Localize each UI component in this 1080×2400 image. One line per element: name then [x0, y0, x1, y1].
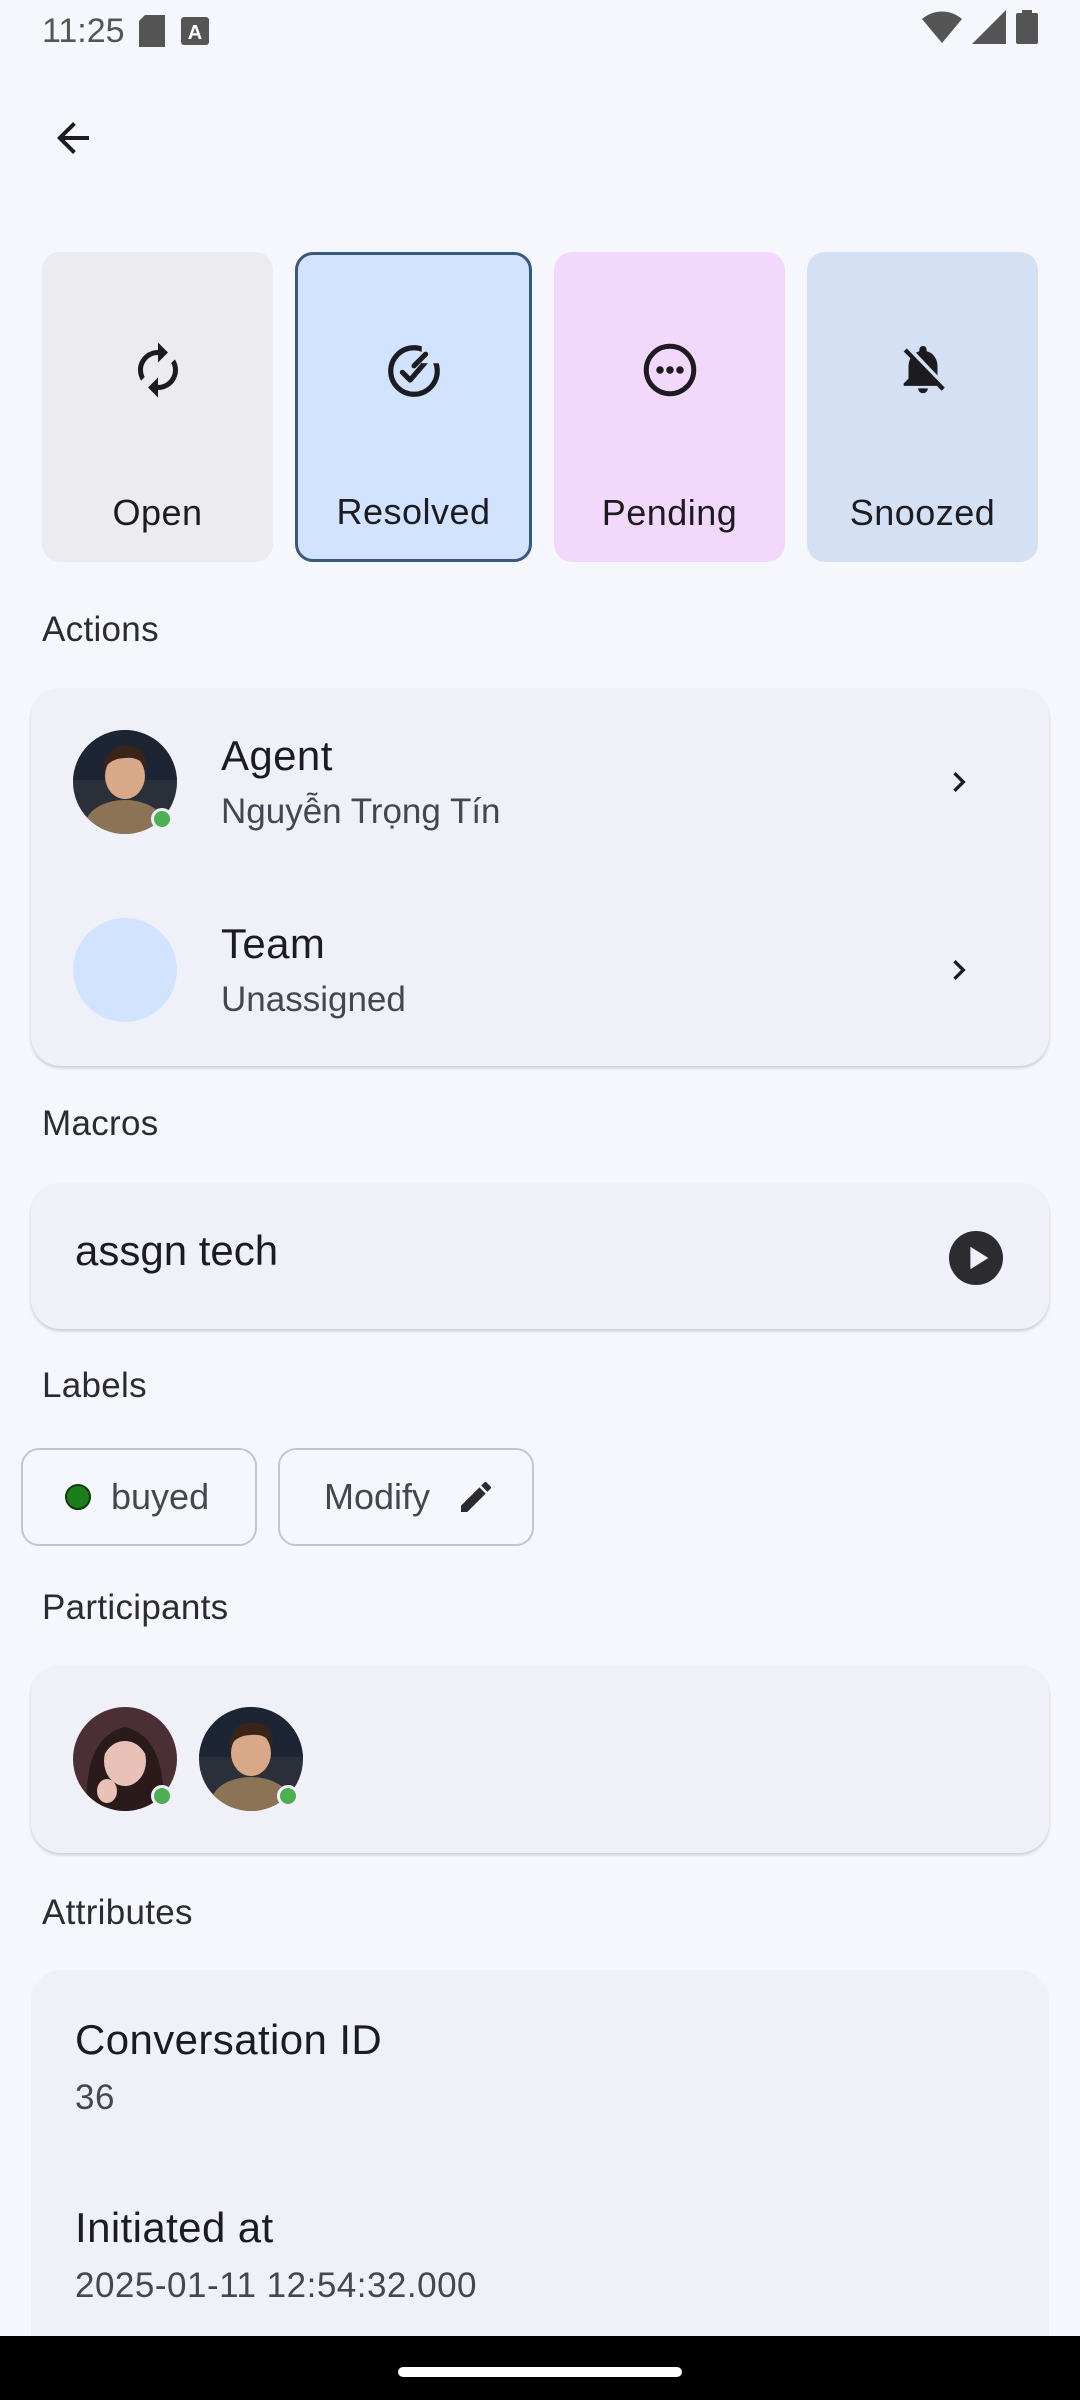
section-title-participants: Participants — [42, 1588, 229, 1627]
participant-avatar[interactable] — [73, 1707, 177, 1811]
chevron-right-icon — [953, 960, 966, 980]
team-avatar — [73, 918, 177, 1022]
participant-avatar[interactable] — [199, 1707, 303, 1811]
attribute-title: Conversation ID — [75, 2016, 383, 2063]
actions-card: Agent Nguyễn Trọng Tín Team Unassigned — [31, 688, 1049, 1066]
status-bar: 11:25 A — [0, 0, 1080, 62]
team-row[interactable]: Team Unassigned — [31, 876, 1049, 1064]
status-label: Resolved — [336, 491, 491, 532]
label-name: buyed — [111, 1476, 210, 1517]
section-title-attributes: Attributes — [42, 1893, 193, 1932]
status-snoozed-button[interactable]: Snoozed — [807, 252, 1038, 562]
section-title-actions: Actions — [42, 610, 159, 649]
section-title-macros: Macros — [42, 1104, 159, 1143]
sync-icon — [137, 342, 178, 398]
agent-row[interactable]: Agent Nguyễn Trọng Tín — [31, 688, 1049, 876]
status-label: Open — [112, 492, 203, 533]
attribute-value: 36 — [75, 2078, 115, 2117]
online-status-dot — [151, 1785, 173, 1807]
more-circle-icon — [643, 343, 696, 397]
chevron-right-icon — [953, 772, 966, 792]
label-chip-buyed[interactable]: buyed — [21, 1448, 257, 1546]
check-circle-icon — [387, 342, 445, 397]
online-status-dot — [277, 1785, 299, 1807]
modify-label: Modify — [324, 1476, 431, 1517]
modify-labels-button[interactable]: Modify — [278, 1448, 534, 1546]
online-status-dot — [151, 808, 173, 830]
status-label: Pending — [601, 492, 738, 533]
status-pending-button[interactable]: Pending — [554, 252, 785, 562]
attribute-value: 2025-01-11 12:54:32.000 — [75, 2266, 478, 2305]
edit-pencil-icon — [461, 1481, 492, 1512]
battery-icon — [1016, 9, 1038, 53]
agent-value: Nguyễn Trọng Tín — [221, 792, 501, 831]
sd-card-icon — [138, 15, 165, 47]
arrow-back-icon — [57, 122, 89, 154]
status-resolved-button[interactable]: Resolved — [295, 252, 532, 562]
macro-name: assgn tech — [75, 1227, 279, 1274]
label-color-dot — [65, 1484, 91, 1510]
home-gesture-handle[interactable] — [398, 2367, 682, 2377]
svg-text:A: A — [187, 22, 201, 44]
agent-avatar — [73, 730, 177, 834]
agent-title: Agent — [221, 732, 333, 779]
team-title: Team — [221, 920, 326, 967]
status-selector: Open Resolved Pending Snoozed — [42, 252, 1038, 562]
back-button[interactable] — [40, 105, 106, 171]
wifi-icon — [922, 11, 962, 52]
participants-card — [31, 1665, 1049, 1853]
macro-item[interactable]: assgn tech — [31, 1183, 1049, 1329]
status-time: 11:25 — [42, 11, 125, 50]
keyboard-a-icon: A — [180, 17, 209, 45]
section-title-labels: Labels — [42, 1366, 147, 1405]
status-open-button[interactable]: Open — [42, 252, 273, 562]
team-value: Unassigned — [221, 980, 406, 1019]
play-circle-icon[interactable] — [949, 1231, 1003, 1285]
status-label: Snoozed — [849, 492, 996, 533]
signal-icon — [972, 9, 1006, 53]
bell-off-icon — [903, 346, 945, 394]
attribute-title: Initiated at — [75, 2204, 274, 2251]
